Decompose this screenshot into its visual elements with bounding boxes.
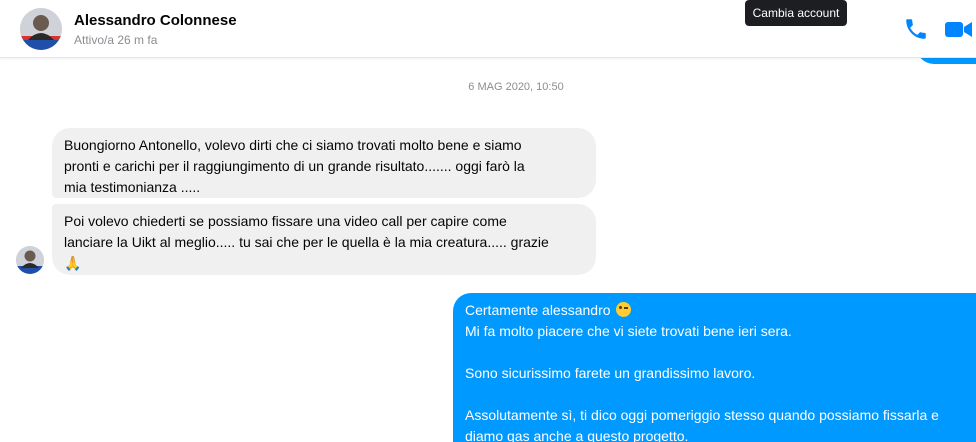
switch-account-tooltip: Cambia account xyxy=(745,0,847,26)
message-timestamp: 6 MAG 2020, 10:50 xyxy=(468,81,564,93)
message-line: diamo gas anche a questo progetto. xyxy=(465,428,689,442)
praying-hands-emoji: 🙏 xyxy=(64,255,82,271)
message-line: Certamente alessandro xyxy=(465,302,611,318)
sender-avatar[interactable] xyxy=(16,246,44,274)
line-break xyxy=(465,384,976,405)
contact-name[interactable]: Alessandro Colonnese xyxy=(74,12,237,29)
message-line: pronti e carichi per il raggiungimento d… xyxy=(64,158,525,174)
video-camera-icon[interactable] xyxy=(944,16,972,42)
message-line: lanciare la Uikt al meglio..... tu sai c… xyxy=(64,234,549,250)
contact-avatar[interactable] xyxy=(20,8,62,50)
line-break xyxy=(465,342,976,363)
chat-header: Alessandro Colonnese Attivo/a 26 m fa Ca… xyxy=(0,0,976,58)
message-line: Mi fa molto piacere che vi siete trovati… xyxy=(465,323,792,339)
contact-status: Attivo/a 26 m fa xyxy=(74,33,158,47)
sent-message[interactable]: Certamente alessandro Mi fa molto piacer… xyxy=(453,293,976,442)
chat-window: Alessandro Colonnese Attivo/a 26 m fa Ca… xyxy=(0,0,976,442)
message-line: Sono sicurissimo farete un grandissimo l… xyxy=(465,365,756,381)
message-line: Assolutamente sì, ti dico oggi pomeriggi… xyxy=(465,407,939,423)
message-line: Buongiorno Antonello, volevo dirti che c… xyxy=(64,137,522,153)
received-message[interactable]: Buongiorno Antonello, volevo dirti che c… xyxy=(52,128,596,198)
message-line: Poi volevo chiederti se possiamo fissare… xyxy=(64,213,507,229)
received-message[interactable]: Poi volevo chiederti se possiamo fissare… xyxy=(52,204,596,275)
phone-icon[interactable] xyxy=(903,16,929,42)
message-line: mia testimonianza ..... xyxy=(64,179,201,195)
wink-emoji xyxy=(616,302,632,317)
